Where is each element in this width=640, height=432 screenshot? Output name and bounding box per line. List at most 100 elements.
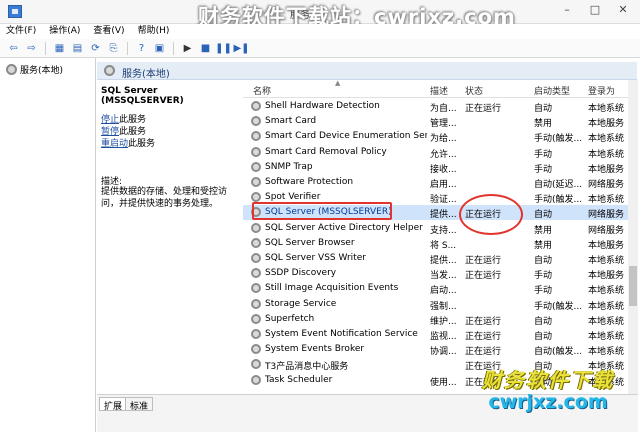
- cell-start: 自动: [534, 210, 553, 221]
- column-log-on-as[interactable]: 登录为: [588, 84, 615, 97]
- table-row[interactable]: Smart Card 管理... 禁用 本地服务: [243, 114, 628, 129]
- cell-logon: 本地服务: [588, 240, 625, 251]
- cell-logon: 本地系统: [588, 286, 625, 297]
- cell-desc: 提供...: [430, 256, 457, 266]
- cell-logon: 网络服务: [588, 225, 625, 236]
- cell-start: 自动: [534, 332, 553, 342]
- table-row[interactable]: SSDP Discovery 当发... 正在运行 手动 本地服务: [243, 266, 628, 281]
- stop-icon[interactable]: ■: [198, 41, 213, 56]
- cell-name: Spot Verifier: [265, 192, 321, 203]
- cell-desc: 当发...: [430, 271, 457, 282]
- tab-extended[interactable]: 扩展: [99, 397, 128, 412]
- table-row[interactable]: Software Protection 启用... 自动(延迟... 网络服务: [243, 175, 628, 190]
- cell-logon: 本地系统: [588, 134, 625, 145]
- highlight-ellipse: [459, 194, 523, 235]
- cell-name: SSDP Discovery: [265, 268, 337, 279]
- cell-desc: 监视...: [430, 332, 457, 342]
- cell-logon: 本地服务: [588, 119, 625, 130]
- scrollbar-thumb[interactable]: [629, 266, 637, 306]
- menu-file[interactable]: 文件(F): [6, 24, 36, 39]
- column-status[interactable]: 状态: [465, 84, 483, 97]
- table-row[interactable]: Smart Card Device Enumeration Ser... 为给..…: [243, 129, 628, 144]
- table-row[interactable]: Storage Service 强制... 手动(触发... 本地系统: [243, 297, 628, 312]
- gear-icon: [251, 161, 261, 172]
- cell-desc: 为给...: [430, 134, 457, 145]
- minimize-icon[interactable]: –: [554, 2, 580, 18]
- start-icon[interactable]: ▶: [180, 41, 195, 56]
- help-icon[interactable]: ?: [134, 41, 149, 56]
- view-icon[interactable]: ▣: [152, 41, 167, 56]
- cell-desc: 提供...: [430, 210, 457, 221]
- gear-icon: [251, 253, 261, 263]
- cell-name: Still Image Acquisition Events: [265, 283, 399, 294]
- tree-item-services-local[interactable]: 服务(本地): [6, 63, 63, 76]
- cell-name: SNMP Trap: [265, 161, 313, 172]
- cell-name: Software Protection: [265, 177, 354, 187]
- back-icon[interactable]: ⇦: [6, 41, 21, 56]
- restart-service-link[interactable]: 重启动: [101, 139, 128, 149]
- cell-desc: 验证...: [430, 195, 457, 206]
- cell-desc: 协调...: [430, 347, 457, 358]
- table-row[interactable]: SQL Server Active Directory Helper 支持... 禁…: [243, 221, 628, 236]
- cell-desc: 将 S...: [430, 240, 457, 251]
- cell-logon: 本地系统: [588, 104, 625, 114]
- gear-icon: [104, 65, 115, 76]
- cell-name: SQL Server Browser: [265, 237, 355, 248]
- watermark-url: cwrjxz.com: [488, 391, 608, 413]
- cell-logon: 本地系统: [588, 149, 625, 160]
- table-row[interactable]: System Events Broker 协调... 正在运行 自动(触发... 本地系…: [243, 342, 628, 357]
- menu-action[interactable]: 操作(A): [49, 24, 80, 39]
- cell-status: 正在运行: [465, 316, 502, 327]
- cell-start: 手动: [534, 149, 553, 160]
- table-row[interactable]: Superfetch 维护... 正在运行 自动 本地系统: [243, 312, 628, 327]
- maximize-icon[interactable]: □: [582, 2, 608, 18]
- export-icon[interactable]: ⎘: [106, 41, 121, 56]
- gear-icon: [251, 329, 261, 339]
- properties-icon[interactable]: ▤: [70, 41, 85, 56]
- close-icon[interactable]: ✕: [610, 2, 636, 18]
- cell-name: T3产品消息中心服务: [265, 362, 349, 373]
- toolbar: ⇦ ⇨ ▦ ▤ ⟳ ⎘ ? ▣ ▶ ■ ❚❚ ▶❚: [0, 39, 640, 58]
- forward-icon[interactable]: ⇨: [24, 41, 39, 56]
- console-tree-icon[interactable]: ▦: [52, 41, 67, 56]
- tab-standard[interactable]: 标准: [125, 397, 154, 412]
- restart-service-row: 重启动此服务: [101, 139, 156, 149]
- table-row[interactable]: Still Image Acquisition Events 启动... 手动 本地系…: [243, 281, 628, 296]
- column-name[interactable]: 名称: [253, 84, 271, 97]
- column-description[interactable]: 描述: [430, 84, 448, 97]
- cell-name: Task Scheduler: [265, 374, 333, 385]
- gear-icon: [251, 222, 261, 233]
- pause-icon[interactable]: ❚❚: [215, 41, 232, 56]
- gear-icon: [251, 131, 261, 142]
- vertical-scrollbar[interactable]: [628, 80, 638, 394]
- table-row[interactable]: SQL Server VSS Writer 提供... 正在运行 自动 本地系统: [243, 251, 628, 266]
- gear-icon: [251, 101, 261, 111]
- restart-icon[interactable]: ▶❚: [233, 41, 249, 56]
- cell-start: 禁用: [534, 119, 553, 130]
- table-row[interactable]: Smart Card Removal Policy 允许... 手动 本地系统: [243, 145, 628, 160]
- cell-name: Superfetch: [265, 313, 315, 324]
- gear-icon: [251, 359, 261, 370]
- table-row[interactable]: System Event Notification Service 监视... 正在…: [243, 327, 628, 342]
- gear-icon: [251, 313, 261, 324]
- gear-icon: [251, 237, 261, 248]
- table-row[interactable]: SQL Server Browser 将 S... 禁用 本地服务: [243, 236, 628, 251]
- cell-desc: 允许...: [430, 149, 457, 160]
- cell-start: 自动: [534, 256, 553, 266]
- column-startup-type[interactable]: 启动类型: [534, 84, 570, 97]
- refresh-icon[interactable]: ⟳: [88, 41, 103, 56]
- gear-icon: [251, 146, 261, 157]
- cell-start: 手动: [534, 164, 553, 175]
- menu-help[interactable]: 帮助(H): [138, 24, 170, 39]
- gear-icon: [251, 374, 261, 385]
- table-row[interactable]: SNMP Trap 接收... 手动 本地服务: [243, 160, 628, 175]
- table-row[interactable]: Shell Hardware Detection 为自... 正在运行 自动 本地系统: [243, 99, 628, 114]
- menu-view[interactable]: 查看(V): [93, 24, 124, 39]
- cell-desc: 支持...: [430, 225, 457, 236]
- cell-name: Smart Card: [265, 116, 317, 127]
- cell-logon: 本地系统: [588, 195, 625, 206]
- cell-status: 正在运行: [465, 104, 502, 114]
- cell-logon: 本地服务: [588, 271, 625, 282]
- gear-icon: [251, 192, 261, 203]
- cell-logon: 本地系统: [588, 347, 625, 358]
